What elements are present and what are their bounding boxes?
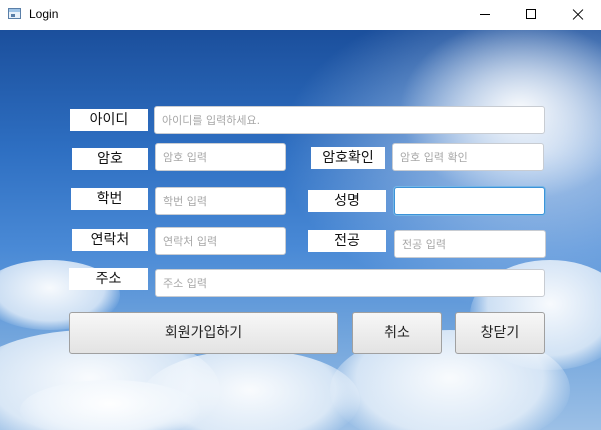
- password-confirm-input[interactable]: [392, 143, 544, 171]
- contact-label: 연락처: [72, 229, 148, 251]
- login-window: Login 아이디 암호 암호확인 학번 성명 연락처: [0, 0, 601, 430]
- title-bar: Login: [0, 0, 601, 30]
- name-input[interactable]: [394, 187, 545, 215]
- maximize-button[interactable]: [508, 0, 554, 30]
- signup-button[interactable]: 회원가입하기: [69, 312, 338, 354]
- form-panel: 아이디 암호 암호확인 학번 성명 연락처 전공 주소 회원가입하기 취소 창닫…: [0, 30, 601, 430]
- password-label: 암호: [72, 148, 148, 170]
- close-button[interactable]: 창닫기: [455, 312, 545, 354]
- window-title: Login: [29, 7, 59, 21]
- minimize-button[interactable]: [462, 0, 508, 30]
- name-label: 성명: [308, 190, 386, 212]
- window-app-icon: [8, 8, 21, 19]
- student-number-label: 학번: [71, 188, 148, 210]
- address-label: 주소: [69, 268, 148, 290]
- major-label: 전공: [308, 230, 386, 252]
- student-number-input[interactable]: [155, 187, 286, 215]
- major-input[interactable]: [394, 230, 546, 258]
- address-input[interactable]: [155, 269, 545, 297]
- password-confirm-label: 암호확인: [311, 147, 385, 169]
- id-input[interactable]: [154, 106, 545, 134]
- close-window-button[interactable]: [555, 0, 601, 30]
- contact-input[interactable]: [155, 227, 286, 255]
- id-label: 아이디: [70, 109, 148, 131]
- password-input[interactable]: [155, 143, 286, 171]
- cancel-button[interactable]: 취소: [352, 312, 442, 354]
